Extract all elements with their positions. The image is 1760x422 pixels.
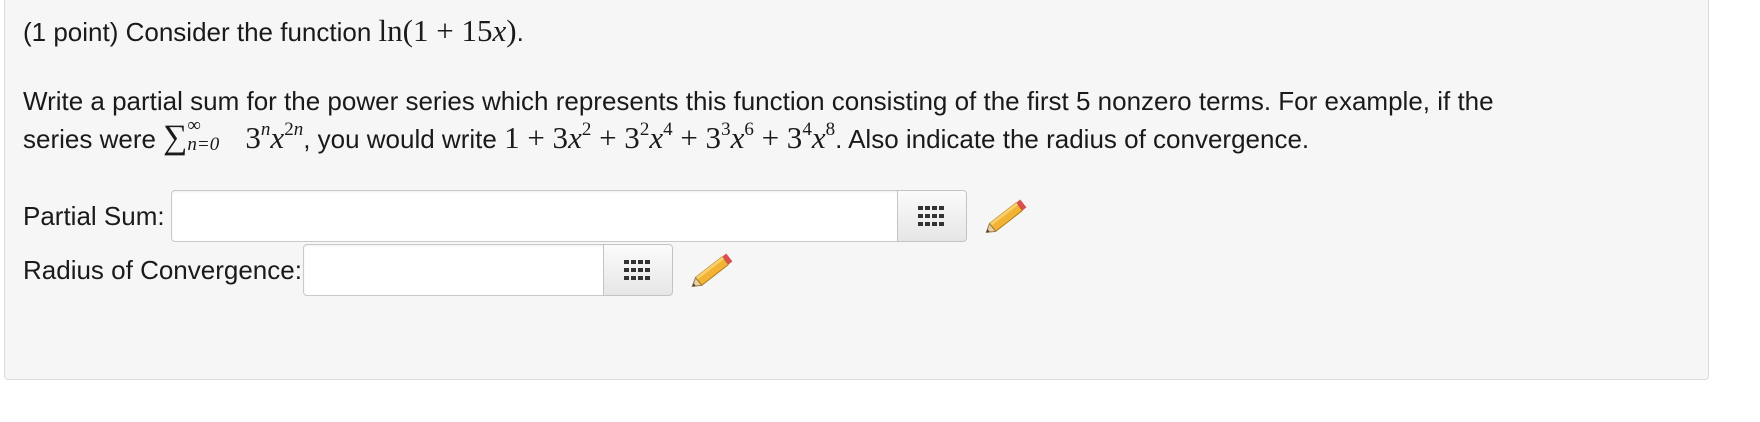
instruction-text: Write a partial sum for the power series… bbox=[23, 86, 1494, 116]
points-text: (1 point) Consider the function bbox=[23, 17, 372, 47]
period: . bbox=[516, 17, 524, 47]
keypad-grid-icon bbox=[624, 260, 650, 280]
partial-sum-label: Partial Sum: bbox=[23, 201, 165, 231]
keypad-grid-icon bbox=[918, 206, 944, 226]
partial-sum-palette-button[interactable] bbox=[897, 190, 967, 242]
partial-sum-field[interactable] bbox=[171, 190, 902, 242]
also-text: . Also indicate the radius of convergenc… bbox=[835, 124, 1310, 154]
example-sum: ∑ ∞ n=0 3nx2n bbox=[163, 115, 304, 156]
radius-pencil-icon[interactable] bbox=[687, 250, 737, 292]
partial-sum-pencil-icon[interactable] bbox=[981, 196, 1031, 238]
partial-sum-input[interactable] bbox=[172, 191, 901, 241]
radius-input[interactable] bbox=[304, 245, 606, 295]
sum-lower-limit: n=0 bbox=[187, 134, 220, 155]
series-were-text: series were bbox=[23, 124, 156, 154]
sigma-symbol: ∑ bbox=[163, 119, 188, 156]
radius-field[interactable] bbox=[303, 244, 607, 296]
you-would-write-text: , you would write bbox=[303, 124, 497, 154]
sum-upper-limit: ∞ bbox=[187, 115, 201, 136]
example-expansion: 1 + 3x2 + 32x4 + 33x6 + 34x8 bbox=[504, 119, 836, 155]
instruction-line-2: series were ∑ ∞ n=0 3nx2n, you would write … bbox=[23, 115, 1310, 156]
radius-label: Radius of Convergence: bbox=[23, 255, 302, 285]
instruction-line-1: Write a partial sum for the power series… bbox=[23, 84, 1494, 118]
problem-intro: (1 point) Consider the function ln(1 + 1… bbox=[23, 14, 524, 49]
function-expression: ln(1 + 15x) bbox=[378, 13, 517, 48]
problem-panel: (1 point) Consider the function ln(1 + 1… bbox=[4, 0, 1709, 380]
radius-palette-button[interactable] bbox=[603, 244, 673, 296]
